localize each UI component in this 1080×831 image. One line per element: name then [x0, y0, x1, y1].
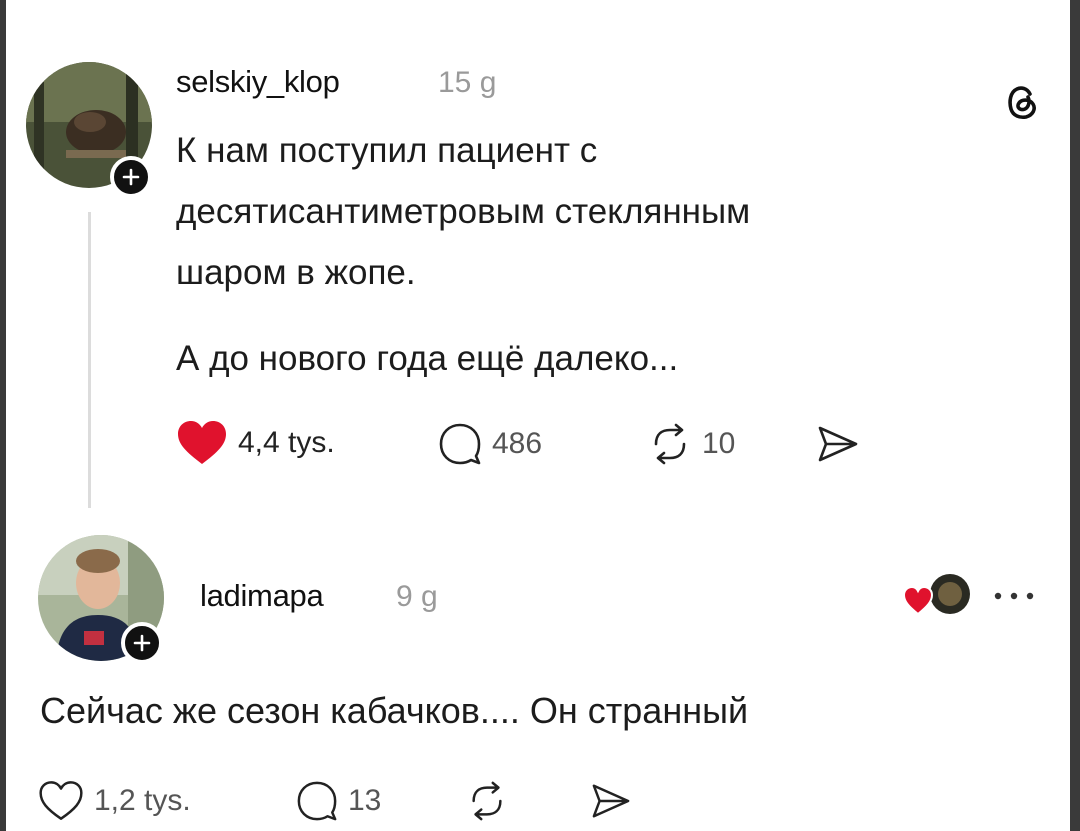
- reply-comment-button[interactable]: 13: [296, 780, 381, 822]
- comment-icon: [439, 423, 481, 465]
- post-paragraph-2: А до нового года ещё далеко...: [176, 339, 679, 378]
- reply-follow-plus-badge[interactable]: [121, 622, 163, 664]
- heart-icon: [39, 781, 83, 820]
- reply-comment-count: 13: [348, 784, 382, 817]
- liked-by-author-icon: [902, 572, 972, 618]
- share-icon: [818, 426, 858, 462]
- repost-button[interactable]: 10: [648, 422, 735, 466]
- reply-username[interactable]: ladimapa: [200, 578, 324, 614]
- post-body: К нам поступил пациент с десятисантиметр…: [176, 120, 750, 303]
- post-line-1: К нам поступил пациент с: [176, 131, 598, 170]
- plus-icon: [133, 634, 151, 652]
- post-line-3: шаром в жопе.: [176, 253, 416, 292]
- repost-count: 10: [702, 427, 736, 460]
- repost-icon: [654, 423, 686, 465]
- heart-icon: [178, 421, 226, 464]
- reply-repost-button[interactable]: [466, 780, 508, 822]
- post-line-2: десятисантиметровым стеклянным: [176, 192, 751, 231]
- right-frame-edge: [1070, 0, 1080, 831]
- more-icon[interactable]: [992, 590, 1036, 602]
- thread-connector-line: [88, 212, 91, 508]
- reply-body: Сейчас же сезон кабачков.... Он странный: [40, 690, 749, 731]
- follow-plus-badge[interactable]: [110, 156, 152, 198]
- comment-count: 486: [492, 427, 543, 460]
- repost-icon: [472, 781, 502, 821]
- post-time: 15 g: [438, 66, 497, 99]
- comment-icon: [297, 781, 337, 821]
- left-frame-edge: [0, 0, 6, 831]
- threads-logo-icon[interactable]: [1000, 80, 1044, 124]
- plus-icon: [122, 168, 140, 186]
- reply-share-button[interactable]: [590, 782, 632, 820]
- like-count: 4,4 tys.: [238, 426, 335, 459]
- reply-like-button[interactable]: 1,2 tys.: [38, 780, 191, 822]
- comment-button[interactable]: 486: [438, 422, 542, 466]
- like-button[interactable]: 4,4 tys.: [176, 420, 335, 466]
- share-button[interactable]: [816, 424, 860, 464]
- reply-like-count: 1,2 tys.: [94, 784, 191, 817]
- reply-time: 9 g: [396, 580, 438, 613]
- post-username[interactable]: selskiy_klop: [176, 64, 340, 100]
- share-icon: [592, 784, 630, 818]
